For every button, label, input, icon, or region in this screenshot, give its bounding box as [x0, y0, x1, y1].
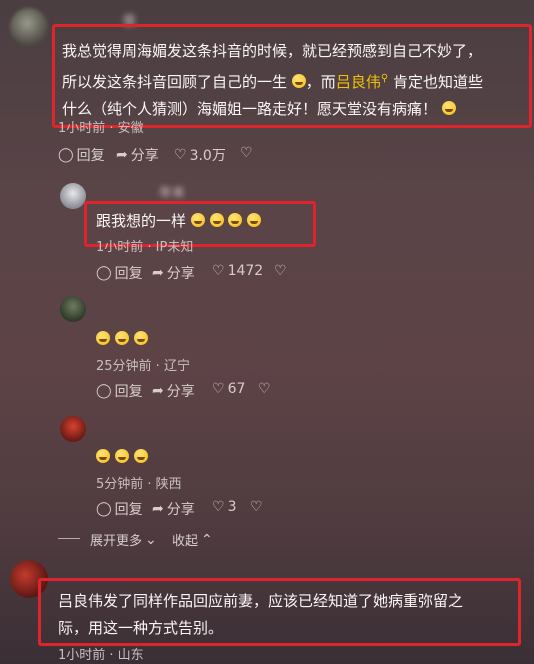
like-button[interactable]: ♡ 3.0万	[174, 145, 226, 165]
share-icon: ➦	[152, 265, 164, 281]
emoji-cry	[96, 331, 110, 345]
reply-meta: 25分钟前 · 辽宁	[96, 359, 190, 374]
avatar[interactable]	[60, 183, 86, 209]
like-button[interactable]: ♡ 1472	[212, 263, 263, 279]
dislike-icon: ♡	[274, 263, 287, 279]
emoji-cry	[441, 101, 456, 115]
dislike-icon: ♡	[258, 381, 271, 397]
chevron-up-icon: ⌃	[201, 531, 213, 548]
dislike-icon: ♡	[250, 499, 263, 515]
comment-text: 我总觉得周海媚发这条抖音的时候，就已经预感到自己不妙了， 所以发这条抖音回顾了自…	[62, 42, 483, 118]
emoji-cry	[114, 449, 129, 463]
reply-text: 跟我想的一样	[96, 210, 262, 231]
comment-icon: ◯	[96, 501, 112, 517]
share-button[interactable]: ➦ 分享	[116, 145, 159, 165]
comment-icon: ◯	[96, 383, 112, 399]
username[interactable]	[94, 297, 172, 316]
avatar[interactable]	[10, 8, 48, 46]
reply-button[interactable]: ◯ 回复	[96, 263, 143, 283]
emoji-cry	[228, 213, 243, 227]
dislike-button[interactable]: ♡	[274, 263, 287, 279]
reply-meta: 5分钟前 · 陕西	[96, 477, 182, 492]
share-icon: ➦	[152, 383, 164, 399]
reply-button[interactable]: ◯ 回复	[96, 381, 143, 401]
emoji-cry	[209, 213, 224, 227]
search-icon[interactable]: ⚲	[381, 73, 388, 84]
emoji-cry	[133, 449, 148, 463]
heart-icon: ♡	[212, 499, 225, 515]
like-button[interactable]: ♡ 67	[212, 381, 245, 397]
reply-meta: 1小时前 · IP未知	[96, 240, 194, 255]
dislike-button[interactable]: ♡	[250, 499, 263, 515]
emoji-cry	[190, 213, 205, 227]
reply-button[interactable]: ◯ 回复	[96, 499, 143, 519]
dislike-button[interactable]: ♡	[240, 145, 253, 161]
mention-link[interactable]: 吕良伟	[336, 73, 381, 91]
share-button[interactable]: ➦ 分享	[152, 381, 195, 401]
avatar[interactable]	[60, 296, 86, 322]
username[interactable]: 年本	[94, 182, 185, 201]
dislike-button[interactable]: ♡	[258, 381, 271, 397]
like-button[interactable]: ♡ 3	[212, 499, 236, 515]
comment-icon: ◯	[96, 265, 112, 281]
reply-button[interactable]: ◯ 回复	[58, 145, 105, 165]
emoji-cry	[133, 331, 148, 345]
comment-icon: ◯	[58, 147, 74, 163]
heart-icon: ♡	[212, 381, 225, 397]
comment-meta: 1小时前 · 安徽	[58, 121, 144, 136]
emoji-cry	[247, 213, 262, 227]
share-button[interactable]: ➦ 分享	[152, 499, 195, 519]
share-button[interactable]: ➦ 分享	[152, 263, 195, 283]
chevron-down-icon: ⌄	[145, 531, 157, 548]
heart-icon: ♡	[174, 147, 187, 163]
comment-text: 吕良伟发了同样作品回应前妻，应该已经知道了她病重弥留之 际，用这一种方式告别。	[58, 592, 464, 637]
comment-meta: 1小时前 · 山东	[58, 648, 144, 663]
emoji-cry	[291, 74, 306, 88]
emoji-cry	[114, 331, 129, 345]
collapse-button[interactable]: 收起 ⌃	[172, 530, 213, 550]
reply-emojis	[96, 448, 148, 466]
reply-emojis	[96, 330, 148, 348]
thread-divider	[58, 538, 80, 539]
emoji-cry	[96, 449, 110, 463]
avatar[interactable]	[60, 416, 86, 442]
share-icon: ➦	[116, 147, 128, 163]
heart-icon: ♡	[212, 263, 225, 279]
expand-more-button[interactable]: 展开更多 ⌄	[90, 530, 157, 550]
dislike-icon: ♡	[240, 145, 253, 161]
share-icon: ➦	[152, 501, 164, 517]
username[interactable]	[94, 418, 211, 437]
